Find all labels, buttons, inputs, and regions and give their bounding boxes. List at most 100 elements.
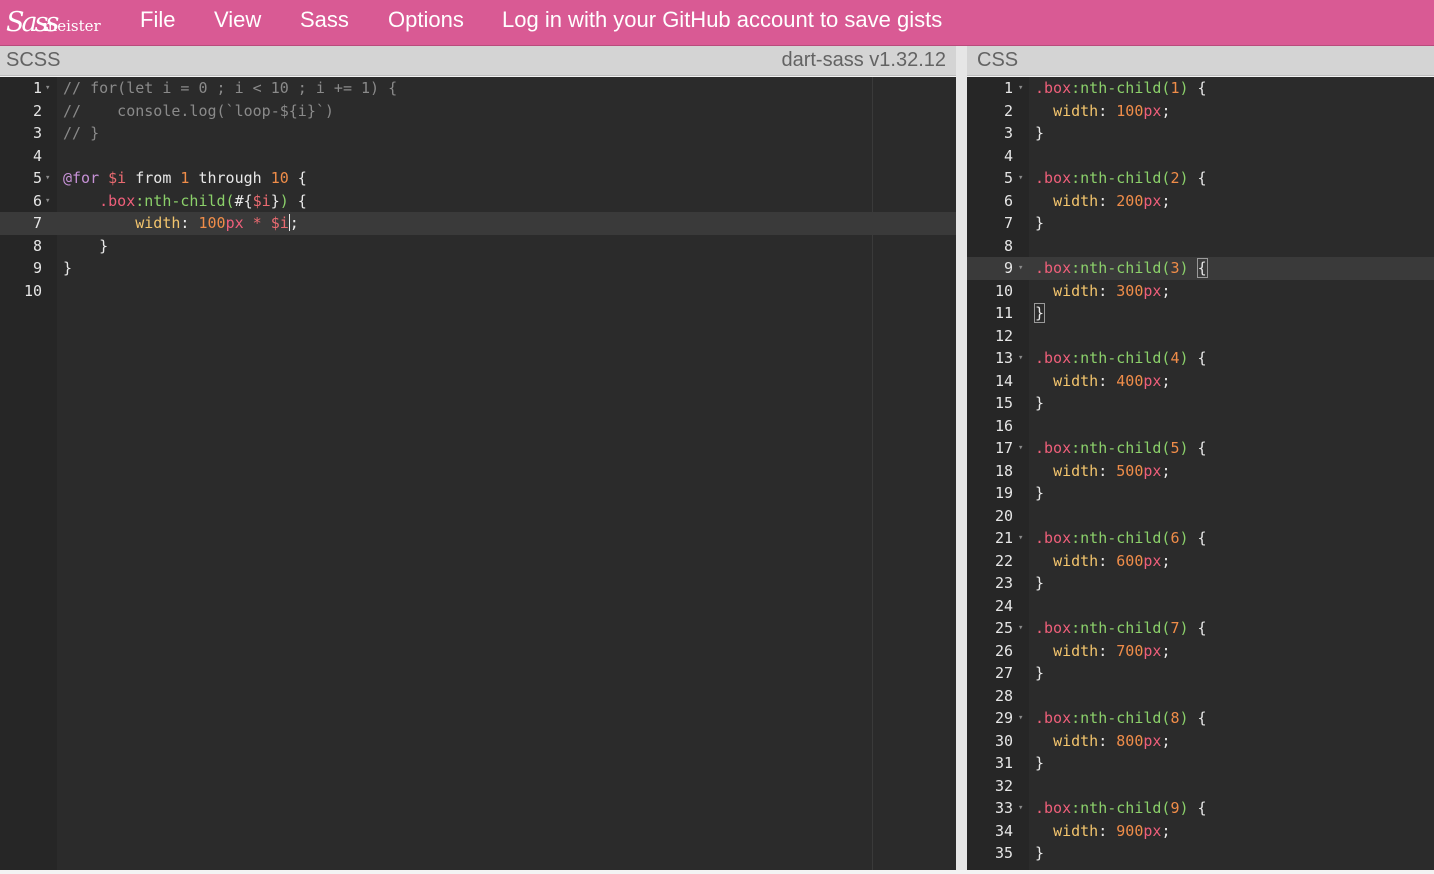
- fold-toggle-icon[interactable]: ▾: [1018, 347, 1023, 370]
- css-output-editor[interactable]: 1 ▾ .box:nth-child(1) {2 width: 100px; 3} 4 5…: [967, 77, 1434, 870]
- code-line[interactable]: 7 width: 100px * $i;: [0, 212, 956, 235]
- code-line[interactable]: 4: [967, 145, 1434, 168]
- fold-toggle-icon[interactable]: ▾: [45, 167, 50, 190]
- code-line[interactable]: 6 width: 200px;: [967, 190, 1434, 213]
- fold-toggle-icon[interactable]: ▾: [1018, 617, 1023, 640]
- code-line[interactable]: 5 ▾ @for $i from 1 through 10 {: [0, 167, 956, 190]
- code-line[interactable]: 34 width: 900px;: [967, 820, 1434, 843]
- fold-toggle-icon[interactable]: ▾: [1018, 77, 1023, 100]
- code-token: ;: [1161, 371, 1171, 390]
- code-line[interactable]: 4: [0, 145, 956, 168]
- code-line[interactable]: 30 width: 800px;: [967, 730, 1434, 753]
- code-line[interactable]: 31}: [967, 752, 1434, 775]
- code-token: .box: [1035, 169, 1072, 187]
- css-code[interactable]: 1 ▾ .box:nth-child(1) {2 width: 100px; 3} 4 5…: [967, 77, 1434, 865]
- code-line[interactable]: 3 // }: [0, 122, 956, 145]
- code-text: // }: [63, 122, 99, 145]
- code-token: // for(let i = 0 ; i < 10 ; i += 1) {: [63, 79, 398, 97]
- sassmeister-logo[interactable]: Sass meister: [6, 6, 102, 40]
- scss-panel-title: SCSS: [6, 49, 61, 71]
- scss-code[interactable]: 1 ▾// for(let i = 0 ; i < 10 ; i += 1) {2…: [0, 77, 956, 302]
- code-line[interactable]: 24: [967, 595, 1434, 618]
- view-menu[interactable]: View: [214, 0, 261, 40]
- code-line[interactable]: 8 }: [0, 235, 956, 258]
- options-menu[interactable]: Options: [388, 0, 464, 40]
- scss-editor[interactable]: 1 ▾// for(let i = 0 ; i < 10 ; i += 1) {2…: [0, 77, 956, 870]
- fold-toggle-icon[interactable]: ▾: [1018, 527, 1023, 550]
- fold-toggle-icon[interactable]: ▾: [1018, 167, 1023, 190]
- code-token: $i: [270, 214, 289, 232]
- code-token: px: [225, 214, 244, 232]
- code-token: ): [1179, 529, 1189, 547]
- code-line[interactable]: 8: [967, 235, 1434, 258]
- code-token: }: [1035, 214, 1045, 232]
- panel-splitter[interactable]: [956, 46, 967, 870]
- code-line[interactable]: 13 ▾ .box:nth-child(4) {: [967, 347, 1434, 370]
- code-line[interactable]: 9 ▾ .box:nth-child(3) {: [967, 257, 1434, 280]
- github-login-link[interactable]: Log in with your GitHub account to save …: [502, 0, 942, 40]
- code-token: px: [1143, 191, 1162, 210]
- code-line[interactable]: 27}: [967, 662, 1434, 685]
- code-line[interactable]: 32: [967, 775, 1434, 798]
- code-line[interactable]: 18 width: 500px;: [967, 460, 1434, 483]
- code-line[interactable]: 7}: [967, 212, 1434, 235]
- fold-toggle-icon[interactable]: ▾: [45, 190, 50, 213]
- code-line[interactable]: 21 ▾ .box:nth-child(6) {: [967, 527, 1434, 550]
- code-line[interactable]: 23}: [967, 572, 1434, 595]
- line-number: 28: [994, 686, 1013, 705]
- code-line[interactable]: 29 ▾ .box:nth-child(8) {: [967, 707, 1434, 730]
- code-line[interactable]: 1 ▾ // for(let i = 0 ; i < 10 ; i += 1) {: [0, 77, 956, 100]
- fold-toggle-icon[interactable]: ▾: [1018, 797, 1023, 820]
- code-text: .box:nth-child(6) {: [1035, 527, 1207, 550]
- code-token: ): [1179, 169, 1189, 187]
- code-token: width: [1053, 191, 1099, 210]
- code-line[interactable]: 2 // console.log(`loop-${i}`): [0, 100, 956, 123]
- fold-toggle-icon[interactable]: ▾: [1018, 257, 1023, 280]
- code-line[interactable]: 28: [967, 685, 1434, 708]
- code-text: }: [1035, 212, 1044, 235]
- code-line[interactable]: 12: [967, 325, 1434, 348]
- line-number: 9: [32, 259, 42, 277]
- code-line[interactable]: 16: [967, 415, 1434, 438]
- code-line[interactable]: 22 width: 600px;: [967, 550, 1434, 573]
- code-line[interactable]: 10 width: 300px;: [967, 280, 1434, 303]
- code-line[interactable]: 6 ▾ .box:nth-child(#{$i}) {: [0, 190, 956, 213]
- line-number: 33: [994, 799, 1013, 817]
- code-line[interactable]: 17 ▾ .box:nth-child(5) {: [967, 437, 1434, 460]
- file-menu[interactable]: File: [140, 0, 175, 40]
- fold-toggle-icon[interactable]: ▾: [1018, 707, 1023, 730]
- fold-toggle-icon[interactable]: ▾: [1018, 437, 1023, 460]
- code-token: :: [1098, 101, 1117, 120]
- code-line[interactable]: 19}: [967, 482, 1434, 505]
- code-line[interactable]: 26 width: 700px;: [967, 640, 1434, 663]
- code-token: .box: [1035, 259, 1072, 277]
- code-line[interactable]: 2 width: 100px;: [967, 100, 1434, 123]
- code-line[interactable]: 10: [0, 280, 956, 303]
- code-token: // }: [63, 124, 100, 142]
- code-token: ;: [1161, 821, 1171, 840]
- code-text: }: [1035, 752, 1044, 775]
- code-line[interactable]: 25 ▾ .box:nth-child(7) {: [967, 617, 1434, 640]
- code-line[interactable]: 14 width: 400px;: [967, 370, 1434, 393]
- code-token: 100: [1116, 101, 1144, 120]
- code-line[interactable]: 20: [967, 505, 1434, 528]
- fold-toggle-icon[interactable]: ▾: [45, 77, 50, 100]
- code-token: width: [135, 214, 181, 232]
- code-line[interactable]: 15}: [967, 392, 1434, 415]
- code-line[interactable]: 11}: [967, 302, 1434, 325]
- code-line[interactable]: 9}: [0, 257, 956, 280]
- code-line[interactable]: 3}: [967, 122, 1434, 145]
- code-line[interactable]: 35}: [967, 842, 1434, 865]
- code-text: }: [63, 257, 72, 280]
- line-number: 5: [1003, 169, 1013, 187]
- line-number: 4: [32, 146, 42, 165]
- code-line[interactable]: 33 ▾ .box:nth-child(9) {: [967, 797, 1434, 820]
- compiler-version-selector[interactable]: dart-sass v1.32.12: [781, 46, 946, 75]
- code-line[interactable]: 5 ▾ .box:nth-child(2) {: [967, 167, 1434, 190]
- sass-menu[interactable]: Sass: [300, 0, 349, 40]
- code-line[interactable]: 1 ▾ .box:nth-child(1) {: [967, 77, 1434, 100]
- code-token: ): [1179, 349, 1189, 367]
- line-number: 19: [994, 484, 1013, 502]
